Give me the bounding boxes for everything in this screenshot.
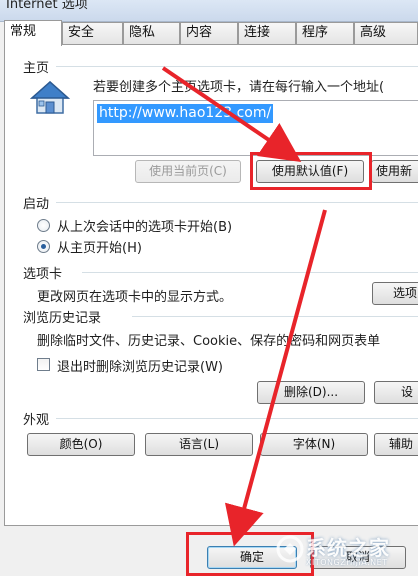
watermark-logo-icon — [276, 535, 304, 563]
tab-general[interactable]: 常规 — [4, 20, 62, 46]
annotation-arrows — [161, 66, 327, 547]
site-watermark: 系统之家 XITONGZHIJIA.NET — [276, 528, 418, 574]
arrow-to-default-button — [161, 66, 302, 162]
watermark-subtext: XITONGZHIJIA.NET — [306, 558, 388, 567]
watermark-text: 系统之家 — [306, 536, 390, 560]
arrow-to-ok-button — [224, 209, 327, 547]
